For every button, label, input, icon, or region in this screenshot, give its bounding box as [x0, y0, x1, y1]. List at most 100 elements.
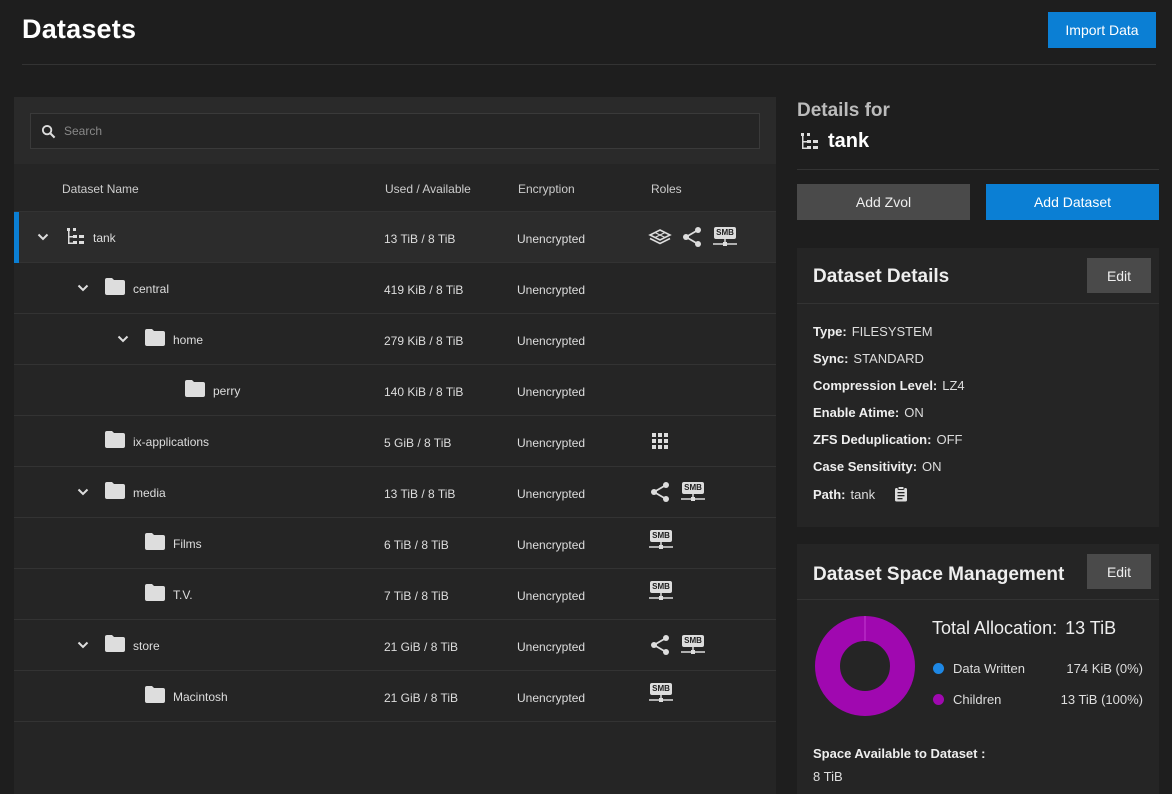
- table-row[interactable]: Films 6 TiB / 8 TiB Unencrypted SMB: [14, 518, 776, 569]
- space-management-card: Dataset Space Management Edit Total Allo…: [797, 544, 1159, 794]
- add-dataset-button[interactable]: Add Dataset: [986, 184, 1159, 220]
- dataset-encryption: Unencrypted: [517, 640, 586, 654]
- detail-type: Type: FILESYSTEM: [813, 324, 933, 339]
- detail-compression: Compression Level: LZ4: [813, 378, 965, 393]
- card-title: Dataset Details: [813, 266, 950, 287]
- table-row[interactable]: media 13 TiB / 8 TiB Unencrypted SMB: [14, 467, 776, 518]
- dataset-name: central: [133, 282, 170, 296]
- page-title: Datasets: [22, 14, 137, 44]
- edit-space-button[interactable]: Edit: [1087, 554, 1151, 589]
- roles: SMB: [648, 632, 706, 658]
- table-row[interactable]: perry 140 KiB / 8 TiB Unencrypted: [14, 365, 776, 416]
- chevron-down-icon[interactable]: [117, 333, 129, 345]
- dataset-name: Macintosh: [173, 690, 228, 704]
- dataset-name: media: [133, 486, 166, 500]
- roles: [648, 428, 672, 454]
- search-icon: [41, 124, 56, 138]
- share-icon: [651, 635, 669, 655]
- folder-icon: [185, 380, 205, 397]
- roles: SMB: [648, 479, 706, 505]
- folder-icon: [145, 329, 165, 346]
- table-row[interactable]: home 279 KiB / 8 TiB Unencrypted: [14, 314, 776, 365]
- table-row[interactable]: tank 13 TiB / 8 TiB Unencrypted SMB: [14, 212, 776, 263]
- column-encryption[interactable]: Encryption: [518, 182, 575, 196]
- smb-share-icon: SMB: [712, 227, 738, 247]
- table-row[interactable]: ix-applications 5 GiB / 8 TiB Unencrypte…: [14, 416, 776, 467]
- column-dataset-name[interactable]: Dataset Name: [62, 182, 139, 196]
- table-row[interactable]: Macintosh 21 GiB / 8 TiB Unencrypted SMB: [14, 671, 776, 722]
- chevron-down-icon[interactable]: [77, 282, 89, 294]
- title-divider: [22, 64, 1156, 65]
- roles: SMB: [648, 530, 674, 550]
- dataset-encryption: Unencrypted: [517, 232, 586, 246]
- chevron-down-icon[interactable]: [37, 231, 49, 243]
- clipboard-copy-icon[interactable]: [894, 486, 908, 502]
- dataset-encryption: Unencrypted: [517, 283, 586, 297]
- dataset-name: tank: [93, 231, 116, 245]
- legend-dot: [933, 694, 944, 705]
- detail-dedup: ZFS Deduplication: OFF: [813, 432, 963, 447]
- allocation-donut-chart: [815, 616, 915, 716]
- selection-indicator: [14, 212, 19, 263]
- apps-grid-icon: [652, 433, 668, 449]
- folder-icon: [105, 482, 125, 499]
- dataset-used: 419 KiB / 8 TiB: [384, 283, 464, 297]
- detail-case-sensitivity: Case Sensitivity: ON: [813, 459, 942, 474]
- share-icon: [683, 227, 701, 247]
- dataset-encryption: Unencrypted: [517, 385, 586, 399]
- dataset-details-card: Dataset Details Edit Type: FILESYSTEM Syn…: [797, 248, 1159, 527]
- table-row[interactable]: T.V. 7 TiB / 8 TiB Unencrypted SMB: [14, 569, 776, 620]
- details-dataset-name: tank: [800, 130, 869, 153]
- space-available-label: Space Available to Dataset :: [813, 746, 986, 761]
- search-box[interactable]: [30, 113, 760, 149]
- chevron-down-icon[interactable]: [77, 639, 89, 651]
- dataset-encryption: Unencrypted: [517, 589, 586, 603]
- table-row[interactable]: central 419 KiB / 8 TiB Unencrypted: [14, 263, 776, 314]
- smb-share-icon: SMB: [680, 482, 706, 502]
- dataset-encryption: Unencrypted: [517, 487, 586, 501]
- folder-icon: [105, 635, 125, 652]
- dataset-name: T.V.: [173, 588, 193, 602]
- legend-data-written: Data Written 174 KiB (0%): [933, 661, 1143, 676]
- add-zvol-button[interactable]: Add Zvol: [797, 184, 970, 220]
- total-allocation: Total Allocation: 13 TiB: [932, 618, 1117, 638]
- dataset-used: 13 TiB / 8 TiB: [384, 487, 456, 501]
- table-row[interactable]: store 21 GiB / 8 TiB Unencrypted SMB: [14, 620, 776, 671]
- folder-icon: [145, 686, 165, 703]
- dataset-used: 7 TiB / 8 TiB: [384, 589, 449, 603]
- dataset-name: store: [133, 639, 160, 653]
- dataset-used: 21 GiB / 8 TiB: [384, 640, 459, 654]
- table-header: Dataset Name Used / Available Encryption…: [14, 164, 776, 212]
- import-data-button[interactable]: Import Data: [1048, 12, 1156, 48]
- smb-share-icon: SMB: [648, 683, 674, 703]
- dataset-encryption: Unencrypted: [517, 334, 586, 348]
- card-header: Dataset Space Management Edit: [797, 544, 1159, 600]
- card-header: Dataset Details Edit: [797, 248, 1159, 304]
- search-input[interactable]: [64, 124, 714, 138]
- smb-share-icon: SMB: [648, 530, 674, 550]
- smb-share-icon: SMB: [680, 635, 706, 655]
- dataset-used: 6 TiB / 8 TiB: [384, 538, 449, 552]
- detail-sync: Sync: STANDARD: [813, 351, 924, 366]
- folder-icon: [105, 431, 125, 448]
- dataset-used: 13 TiB / 8 TiB: [384, 232, 456, 246]
- column-used-available[interactable]: Used / Available: [385, 182, 471, 196]
- pool-layers-icon: [648, 229, 672, 245]
- column-roles[interactable]: Roles: [651, 182, 682, 196]
- edit-details-button[interactable]: Edit: [1087, 258, 1151, 293]
- folder-icon: [105, 278, 125, 295]
- dataset-used: 5 GiB / 8 TiB: [384, 436, 452, 450]
- dataset-encryption: Unencrypted: [517, 691, 586, 705]
- legend-dot: [933, 663, 944, 674]
- card-title: Dataset Space Management: [813, 564, 1065, 585]
- pool-tree-icon: [801, 132, 818, 149]
- chevron-down-icon[interactable]: [77, 486, 89, 498]
- dataset-name: Films: [173, 537, 202, 551]
- pool-tree-icon: [67, 228, 84, 244]
- roles: SMB: [648, 224, 738, 250]
- details-name-label: tank: [828, 130, 870, 152]
- dataset-used: 21 GiB / 8 TiB: [384, 691, 459, 705]
- dataset-encryption: Unencrypted: [517, 538, 586, 552]
- detail-path: Path: tank: [813, 486, 908, 502]
- search-area: [14, 97, 776, 164]
